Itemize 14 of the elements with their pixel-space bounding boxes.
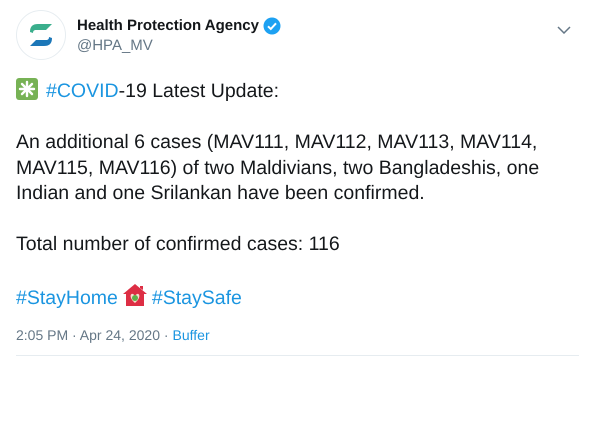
hashtag-link[interactable]: #StayHome [16, 287, 118, 309]
tweet-text: An additional 6 cases (MAV111, MAV112, MAV113, MAV114, MAV115, MAV116) of two Maldivians, two Bangladeshis, one Indian and one Srilankan have been confirmed. [16, 131, 540, 204]
hashtag-link[interactable]: #StaySafe [152, 287, 242, 309]
tweet-heading: -19 Latest Update: [118, 80, 280, 102]
timestamp[interactable]: 2:05 PM · Apr 24, 2020 · [16, 325, 169, 345]
hashtag-link[interactable]: #COVID [46, 80, 119, 102]
source-link[interactable]: Buffer [172, 325, 210, 345]
chevron-down-icon[interactable] [557, 26, 571, 34]
author-handle[interactable]: @HPA_MV [77, 36, 281, 56]
sparkle-icon [16, 78, 38, 100]
avatar-logo[interactable] [16, 10, 66, 60]
house-icon [122, 283, 148, 307]
author-name[interactable]: Health Protection Agency [77, 16, 259, 36]
tweet-text: Total number of confirmed cases: 116 [16, 233, 340, 255]
